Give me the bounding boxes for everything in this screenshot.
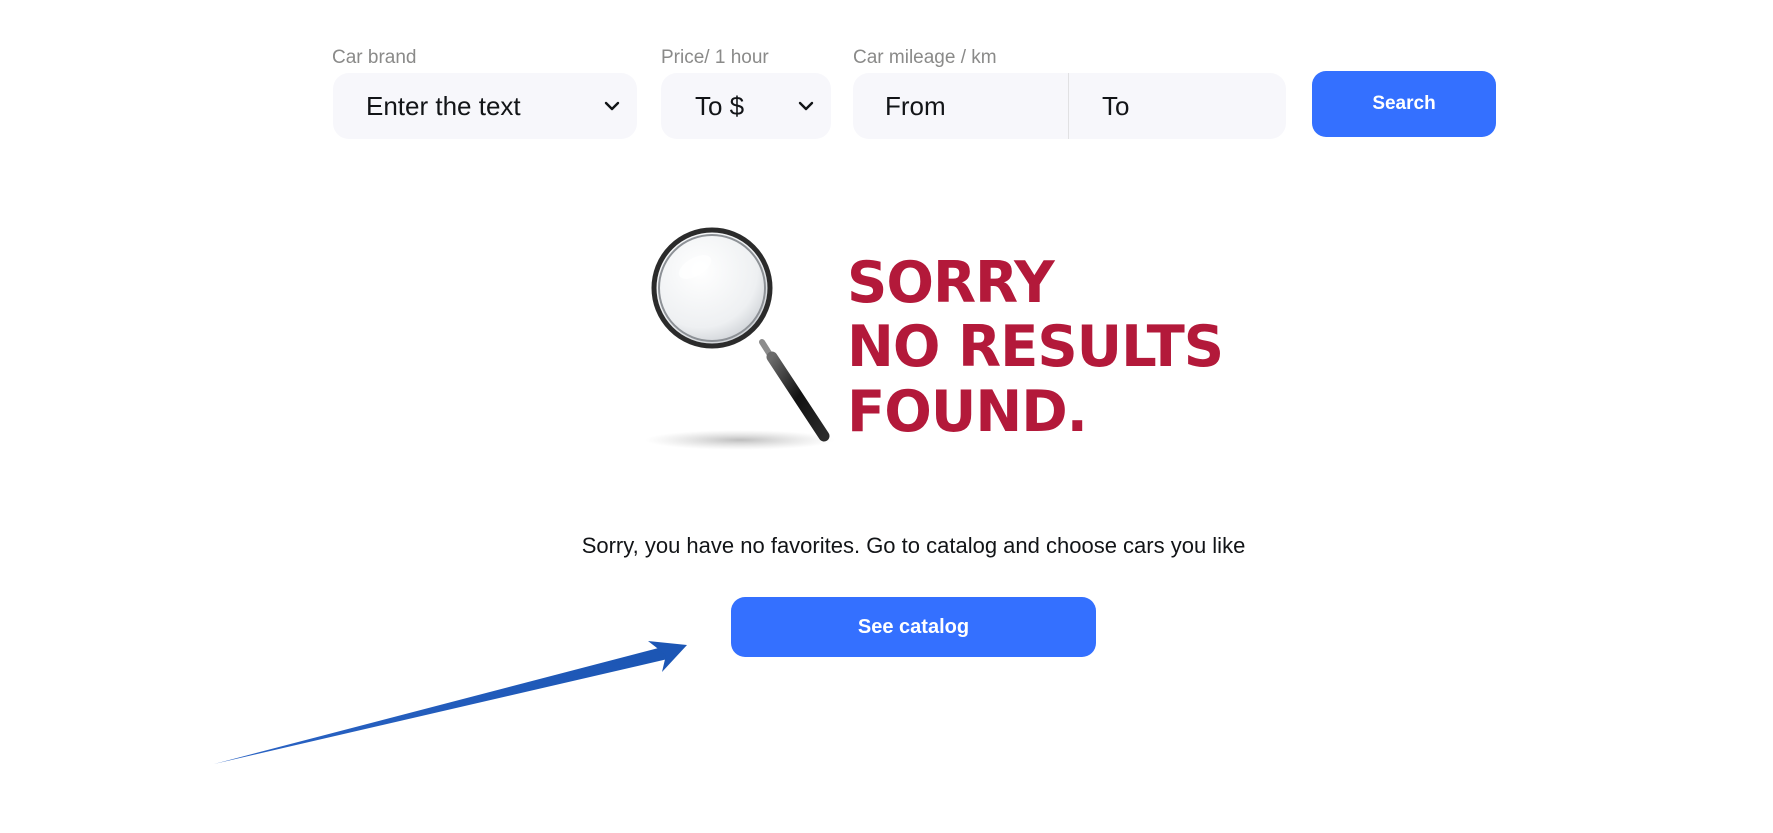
mileage-from-input[interactable] bbox=[853, 73, 1069, 139]
no-results-image: SORRY NO RESULTS FOUND. bbox=[640, 222, 1224, 457]
sorry-line-2: NO RESULTS bbox=[847, 313, 1224, 381]
see-catalog-button[interactable]: See catalog bbox=[731, 597, 1096, 657]
magnifying-glass-icon bbox=[645, 227, 835, 450]
arrow-icon bbox=[214, 641, 687, 764]
search-button[interactable]: Search bbox=[1312, 71, 1496, 137]
car-brand-value: Enter the text bbox=[366, 90, 521, 121]
chevron-down-icon bbox=[604, 101, 620, 111]
chevron-down-icon bbox=[798, 101, 814, 111]
price-value: To $ bbox=[695, 90, 745, 121]
mileage-label: Car mileage / km bbox=[853, 47, 997, 68]
mileage-to-input[interactable] bbox=[1069, 73, 1286, 139]
sorry-line-3: FOUND. bbox=[847, 378, 1088, 446]
price-label: Price/ 1 hour bbox=[661, 47, 769, 68]
empty-favorites-message: Sorry, you have no favorites. Go to cata… bbox=[581, 533, 1246, 558]
car-brand-select[interactable]: Enter the text bbox=[333, 73, 637, 139]
mileage-range bbox=[853, 73, 1286, 139]
car-brand-label: Car brand bbox=[332, 47, 417, 68]
sorry-line-1: SORRY bbox=[847, 249, 1055, 317]
price-select[interactable]: To $ bbox=[661, 73, 831, 139]
